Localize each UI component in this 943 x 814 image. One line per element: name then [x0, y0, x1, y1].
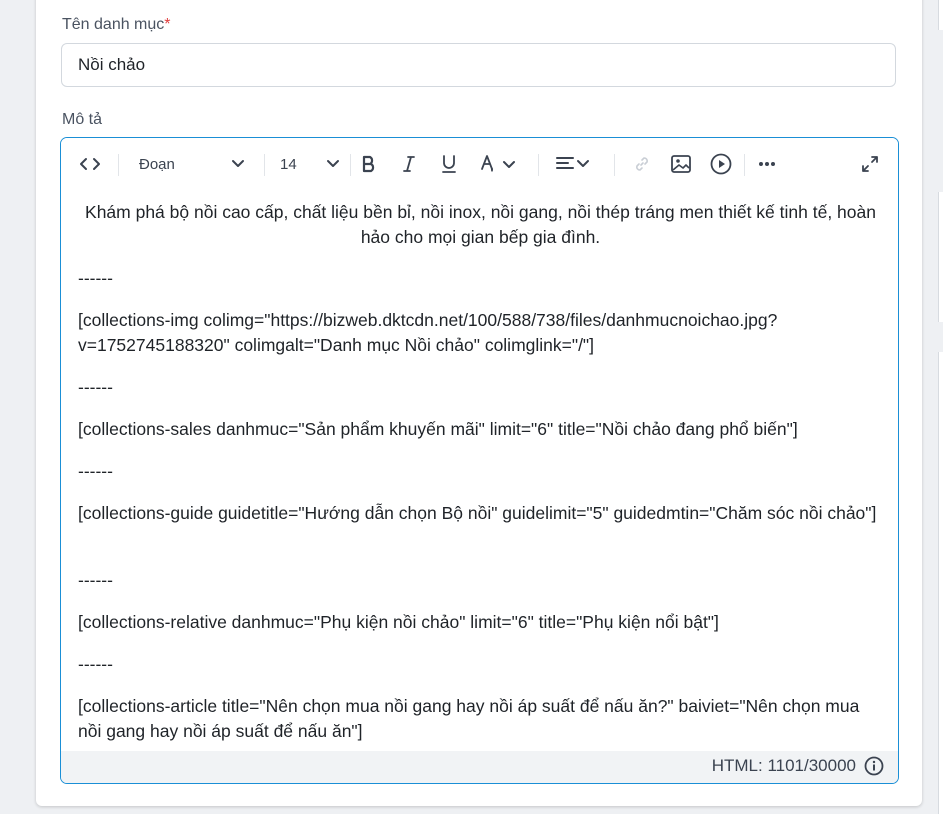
separator-5: ------	[78, 654, 113, 674]
chevron-down-icon	[231, 159, 245, 169]
guide-shortcode: [collections-guide guidetitle="Hướng dẫn…	[78, 503, 877, 523]
img-shortcode: [collections-img colimg="https://bizweb.…	[78, 310, 778, 355]
italic-icon[interactable]	[398, 152, 420, 176]
name-input[interactable]: Nồi chảo	[61, 43, 896, 87]
text-color-icon[interactable]	[478, 152, 520, 176]
sales-shortcode: [collections-sales danhmuc="Sản phẩm khu…	[78, 419, 798, 439]
editor-content[interactable]: Khám phá bộ nồi cao cấp, chất liệu bền b…	[61, 190, 898, 752]
separator-4: ------	[78, 570, 113, 590]
description-label: Mô tả	[62, 111, 103, 128]
align-icon[interactable]	[554, 152, 594, 176]
relative-shortcode: [collections-relative danhmuc="Phụ kiện …	[78, 612, 719, 632]
html-counter: HTML: 1101/30000	[711, 756, 856, 775]
underline-icon[interactable]	[438, 152, 460, 176]
code-view-icon[interactable]	[77, 152, 103, 176]
separator-2: ------	[78, 377, 113, 397]
info-icon[interactable]	[864, 756, 884, 781]
separator-3: ------	[78, 461, 113, 481]
link-icon[interactable]	[631, 152, 653, 176]
intro-paragraph: Khám phá bộ nồi cao cấp, chất liệu bền b…	[85, 202, 876, 247]
video-icon[interactable]	[710, 152, 732, 176]
editor-footer: HTML: 1101/30000	[61, 751, 898, 783]
editor-toolbar: Đoạn 14	[61, 138, 898, 190]
image-icon[interactable]	[670, 152, 692, 176]
rich-text-editor[interactable]: Đoạn 14 Khám phá bộ nồi cao cấp, chất li…	[60, 137, 899, 784]
bold-icon[interactable]	[358, 152, 380, 176]
font-size-select[interactable]: 14	[280, 152, 340, 176]
block-format-value: Đoạn	[139, 155, 175, 173]
name-label-text: Tên danh mục	[62, 16, 165, 33]
name-label: Tên danh mục*	[62, 16, 171, 34]
more-icon[interactable]	[756, 152, 778, 176]
block-format-select[interactable]: Đoạn	[139, 152, 245, 176]
right-panel-edge	[938, 0, 943, 814]
fullscreen-icon[interactable]	[858, 152, 882, 176]
separator-1: ------	[78, 268, 113, 288]
required-mark: *	[164, 16, 171, 33]
article-shortcode: [collections-article title="Nên chọn mua…	[78, 696, 860, 741]
chevron-down-icon	[326, 159, 340, 169]
font-size-value: 14	[280, 155, 297, 173]
